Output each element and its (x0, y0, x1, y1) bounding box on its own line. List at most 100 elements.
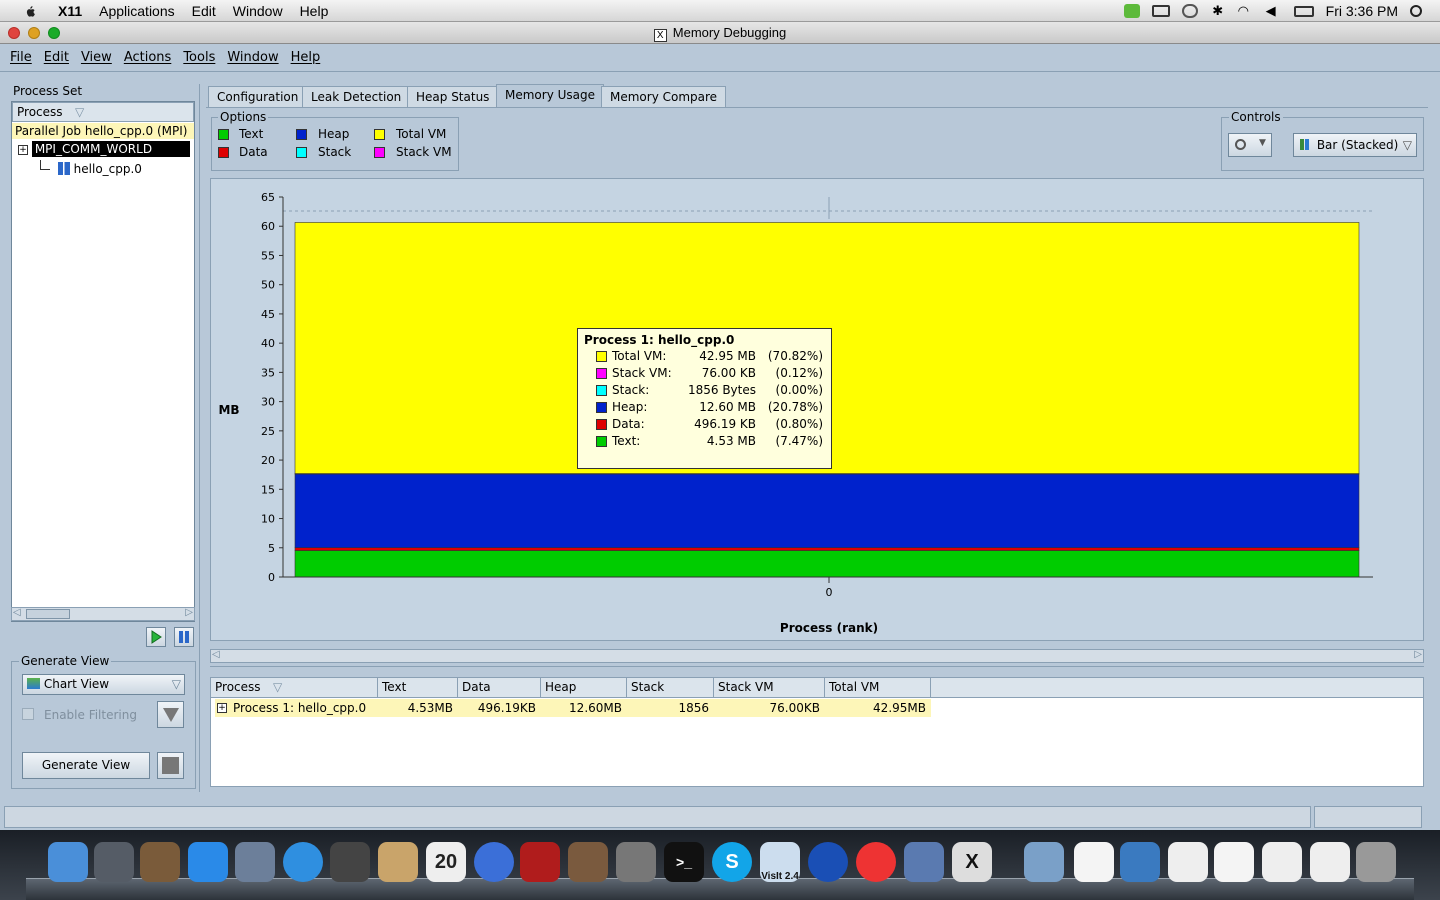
filter-settings-button[interactable] (157, 701, 184, 728)
x11-icon[interactable]: X (952, 842, 992, 882)
generate-view-button[interactable]: Generate View (22, 752, 150, 779)
evernote-tray-icon[interactable] (1123, 4, 1140, 18)
tree-item-parallel-job[interactable]: Parallel Job hello_cpp.0 (MPI) (12, 123, 194, 139)
apple-menu-icon[interactable] (20, 4, 40, 18)
table-header-process[interactable]: Process ▽ (211, 678, 378, 698)
folder-icon[interactable] (1024, 842, 1064, 882)
tooltip-value: 76.00 KB (701, 366, 756, 380)
table-header-total-vm[interactable]: Total VM (825, 678, 931, 698)
address-book-icon[interactable] (378, 842, 418, 882)
tree-item-hello-cpp-label: hello_cpp.0 (73, 162, 142, 176)
chart-type-value: Bar (Stacked) (1316, 138, 1399, 152)
y-axis-title: MB (218, 403, 239, 417)
tooltip-name: Total VM: (612, 349, 667, 363)
zoom-tool-button[interactable]: ▼ (1228, 133, 1272, 157)
mac-menu-applications[interactable]: Applications (99, 3, 175, 19)
splitter-handle[interactable] (199, 84, 204, 792)
iphoto-icon[interactable] (568, 842, 608, 882)
facetime-icon[interactable] (330, 842, 370, 882)
row-expand-icon[interactable]: + (217, 703, 227, 713)
app-store-icon[interactable] (188, 842, 228, 882)
photo-booth-icon[interactable] (520, 842, 560, 882)
scroll-left-icon[interactable]: ◁ (13, 607, 21, 618)
table-header-stack[interactable]: Stack (627, 678, 714, 698)
tooltip-percent: (70.82%) (767, 349, 823, 363)
chart-splitter[interactable] (210, 666, 1424, 672)
preview-icon[interactable] (140, 842, 180, 882)
tab-heap-status[interactable]: Heap Status (407, 86, 499, 108)
chart-scroll-left-icon[interactable]: ◁ (212, 649, 220, 660)
tab-memory-usage[interactable]: Memory Usage (496, 84, 605, 108)
terminal-icon[interactable]: >_ (664, 842, 704, 882)
preview-viewer-icon[interactable] (904, 842, 944, 882)
play-button[interactable] (146, 627, 166, 647)
chart-scroll-right-icon[interactable]: ▷ (1414, 649, 1422, 660)
skype-icon[interactable]: S (712, 842, 752, 882)
menu-clock[interactable]: Fri 3:36 PM (1326, 3, 1398, 19)
tab-leak-detection[interactable]: Leak Detection (302, 86, 411, 108)
menu-view[interactable]: View (81, 50, 112, 65)
menu-window[interactable]: Window (227, 50, 278, 65)
tab-configuration[interactable]: Configuration (208, 86, 308, 108)
table-header-heap[interactable]: Heap (541, 678, 627, 698)
itunes-icon[interactable] (474, 842, 514, 882)
mac-menu-edit[interactable]: Edit (192, 3, 216, 19)
visit-icon[interactable]: VisIt 2.4 (760, 842, 800, 882)
document-icon-3[interactable] (1168, 842, 1208, 882)
scroll-thumb[interactable] (26, 609, 70, 619)
tab-memory-compare[interactable]: Memory Compare (601, 86, 727, 108)
tree-item-hello-cpp[interactable]: hello_cpp.0 (40, 160, 142, 177)
mac-menu-window[interactable]: Window (233, 3, 283, 19)
process-tree-hscrollbar[interactable]: ◁ ▷ (11, 607, 195, 621)
chart-type-select[interactable]: Bar (Stacked) ▽ (1293, 133, 1417, 157)
tooltip-swatch-text (596, 436, 607, 447)
document-icon-4[interactable] (1214, 842, 1254, 882)
wifi-icon[interactable]: ◠ (1238, 4, 1254, 18)
table-header-text[interactable]: Text (378, 678, 458, 698)
menu-file[interactable]: File (10, 50, 32, 65)
launchpad-icon[interactable] (94, 842, 134, 882)
generate-view-options-button[interactable] (157, 752, 184, 779)
bluetooth-icon[interactable]: ✱ (1210, 4, 1226, 18)
battery-icon[interactable] (1293, 5, 1314, 17)
window-icon[interactable] (1262, 842, 1302, 882)
view-type-select[interactable]: Chart View ▽ (22, 674, 185, 695)
mac-menu-x11[interactable]: X11 (58, 3, 82, 19)
quicktime-icon[interactable] (808, 842, 848, 882)
table-filter-icon[interactable]: ▽ (273, 678, 282, 697)
chart-hscrollbar[interactable]: ◁ ▷ (210, 649, 1424, 663)
safari-icon[interactable] (283, 842, 323, 882)
finder-icon[interactable] (48, 842, 88, 882)
trash-icon[interactable] (1356, 842, 1396, 882)
menu-edit[interactable]: Edit (44, 50, 69, 65)
chrome-icon[interactable] (856, 842, 896, 882)
filter-funnel-icon[interactable]: ▽ (75, 103, 84, 121)
document-icon-2[interactable] (1120, 842, 1160, 882)
tooltip-percent: (0.00%) (775, 383, 823, 397)
window-icon-2[interactable] (1310, 842, 1350, 882)
document-icon[interactable] (1074, 842, 1114, 882)
battery-meter-icon[interactable] (1151, 5, 1170, 17)
calendar-icon[interactable]: 20 (426, 842, 466, 882)
table-cell-process[interactable]: + Process 1: hello_cpp.0 (215, 699, 378, 717)
menu-help[interactable]: Help (291, 50, 321, 65)
volume-icon[interactable]: ◀ (1266, 4, 1282, 18)
y-tick-label: 15 (261, 483, 275, 496)
pause-button[interactable] (174, 627, 194, 647)
tooltip-value: 42.95 MB (699, 349, 756, 363)
mac-menu-help[interactable]: Help (300, 3, 329, 19)
table-header-stack-vm[interactable]: Stack VM (714, 678, 825, 698)
tree-expand-icon[interactable]: + (18, 145, 28, 155)
time-machine-icon[interactable] (1181, 4, 1198, 18)
menu-tools[interactable]: Tools (183, 50, 215, 65)
system-preferences-icon[interactable] (616, 842, 656, 882)
enable-filtering-checkbox[interactable] (22, 708, 34, 720)
spotlight-search-icon[interactable] (1410, 5, 1422, 17)
menu-actions[interactable]: Actions (124, 50, 172, 65)
tree-item-mpi-comm-world[interactable]: + MPI_COMM_WORLD (18, 141, 190, 157)
table-header-data[interactable]: Data (458, 678, 541, 698)
tooltip-swatch-total-vm (596, 351, 607, 362)
mail-icon[interactable] (235, 842, 275, 882)
scroll-right-icon[interactable]: ▷ (185, 607, 193, 618)
process-column-header[interactable]: Process ▽ (12, 102, 194, 122)
